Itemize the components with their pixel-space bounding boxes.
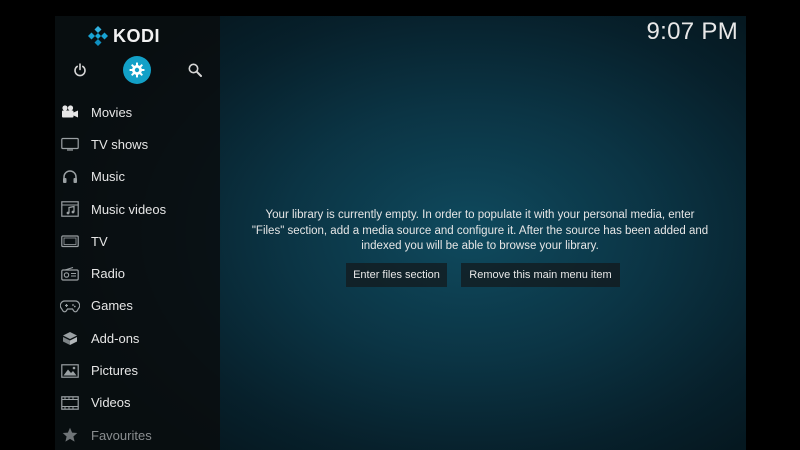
addons-box-icon bbox=[60, 330, 80, 346]
menu-item-tv[interactable]: TV bbox=[55, 225, 220, 257]
menu-item-games[interactable]: Games bbox=[55, 290, 220, 322]
tv-icon bbox=[60, 233, 80, 249]
menu-item-label: Pictures bbox=[91, 363, 138, 379]
menu-item-label: Games bbox=[91, 298, 133, 314]
menu-item-music-videos[interactable]: Music videos bbox=[55, 193, 220, 225]
menu-item-label: Favourites bbox=[91, 427, 152, 443]
menu-item-label: Videos bbox=[91, 395, 131, 411]
gamepad-icon bbox=[60, 298, 80, 314]
power-icon bbox=[74, 63, 86, 77]
menu-item-pictures[interactable]: Pictures bbox=[55, 354, 220, 386]
star-icon bbox=[60, 427, 80, 443]
sidebar: KODI Movies TV shows Music Music videos … bbox=[55, 16, 220, 450]
menu-item-label: TV shows bbox=[91, 136, 149, 152]
menu-item-label: Movies bbox=[91, 104, 133, 120]
search-icon bbox=[188, 63, 202, 77]
menu-item-label: Music videos bbox=[91, 201, 167, 217]
menu-item-movies[interactable]: Movies bbox=[55, 96, 220, 128]
menu-item-label: Music bbox=[91, 169, 125, 185]
menu-item-music[interactable]: Music bbox=[55, 161, 220, 193]
empty-library-text: Your library is currently empty. In orde… bbox=[235, 208, 725, 255]
message-line: Your library is currently empty. In orde… bbox=[265, 209, 695, 221]
action-buttons: Enter files section Remove this main men… bbox=[55, 263, 746, 287]
message-line: indexed you will be able to browse your … bbox=[361, 240, 599, 252]
movie-camera-icon bbox=[60, 104, 80, 120]
enter-files-section-button[interactable]: Enter files section bbox=[346, 263, 447, 287]
kodi-logo-icon bbox=[88, 26, 108, 46]
kodi-app-window: KODI Movies TV shows Music Music videos … bbox=[55, 16, 746, 450]
menu-item-add-ons[interactable]: Add-ons bbox=[55, 322, 220, 354]
kodi-logo: KODI bbox=[88, 24, 160, 48]
menu-item-label: Add-ons bbox=[91, 330, 140, 346]
picture-icon bbox=[60, 363, 80, 379]
tv-shows-icon bbox=[60, 136, 80, 152]
empty-library-message: Your library is currently empty. In orde… bbox=[235, 208, 725, 255]
search-button[interactable] bbox=[181, 56, 209, 84]
screen: KODI Movies TV shows Music Music videos … bbox=[0, 0, 800, 450]
kodi-logo-text: KODI bbox=[113, 25, 160, 46]
clock: 9:07 PM bbox=[646, 18, 738, 45]
power-button[interactable] bbox=[66, 56, 94, 84]
menu-item-tv-shows[interactable]: TV shows bbox=[55, 128, 220, 160]
gear-icon bbox=[129, 62, 145, 78]
menu-item-favourites[interactable]: Favourites bbox=[55, 419, 220, 450]
settings-button[interactable] bbox=[123, 56, 151, 84]
film-strip-icon bbox=[60, 395, 80, 411]
remove-menu-item-button[interactable]: Remove this main menu item bbox=[461, 263, 620, 287]
menu-item-label: TV bbox=[91, 233, 108, 249]
music-video-icon bbox=[60, 201, 80, 217]
message-line: "Files" section, add a media source and … bbox=[251, 224, 709, 237]
menu-item-videos[interactable]: Videos bbox=[55, 387, 220, 419]
headphones-icon bbox=[60, 169, 80, 185]
